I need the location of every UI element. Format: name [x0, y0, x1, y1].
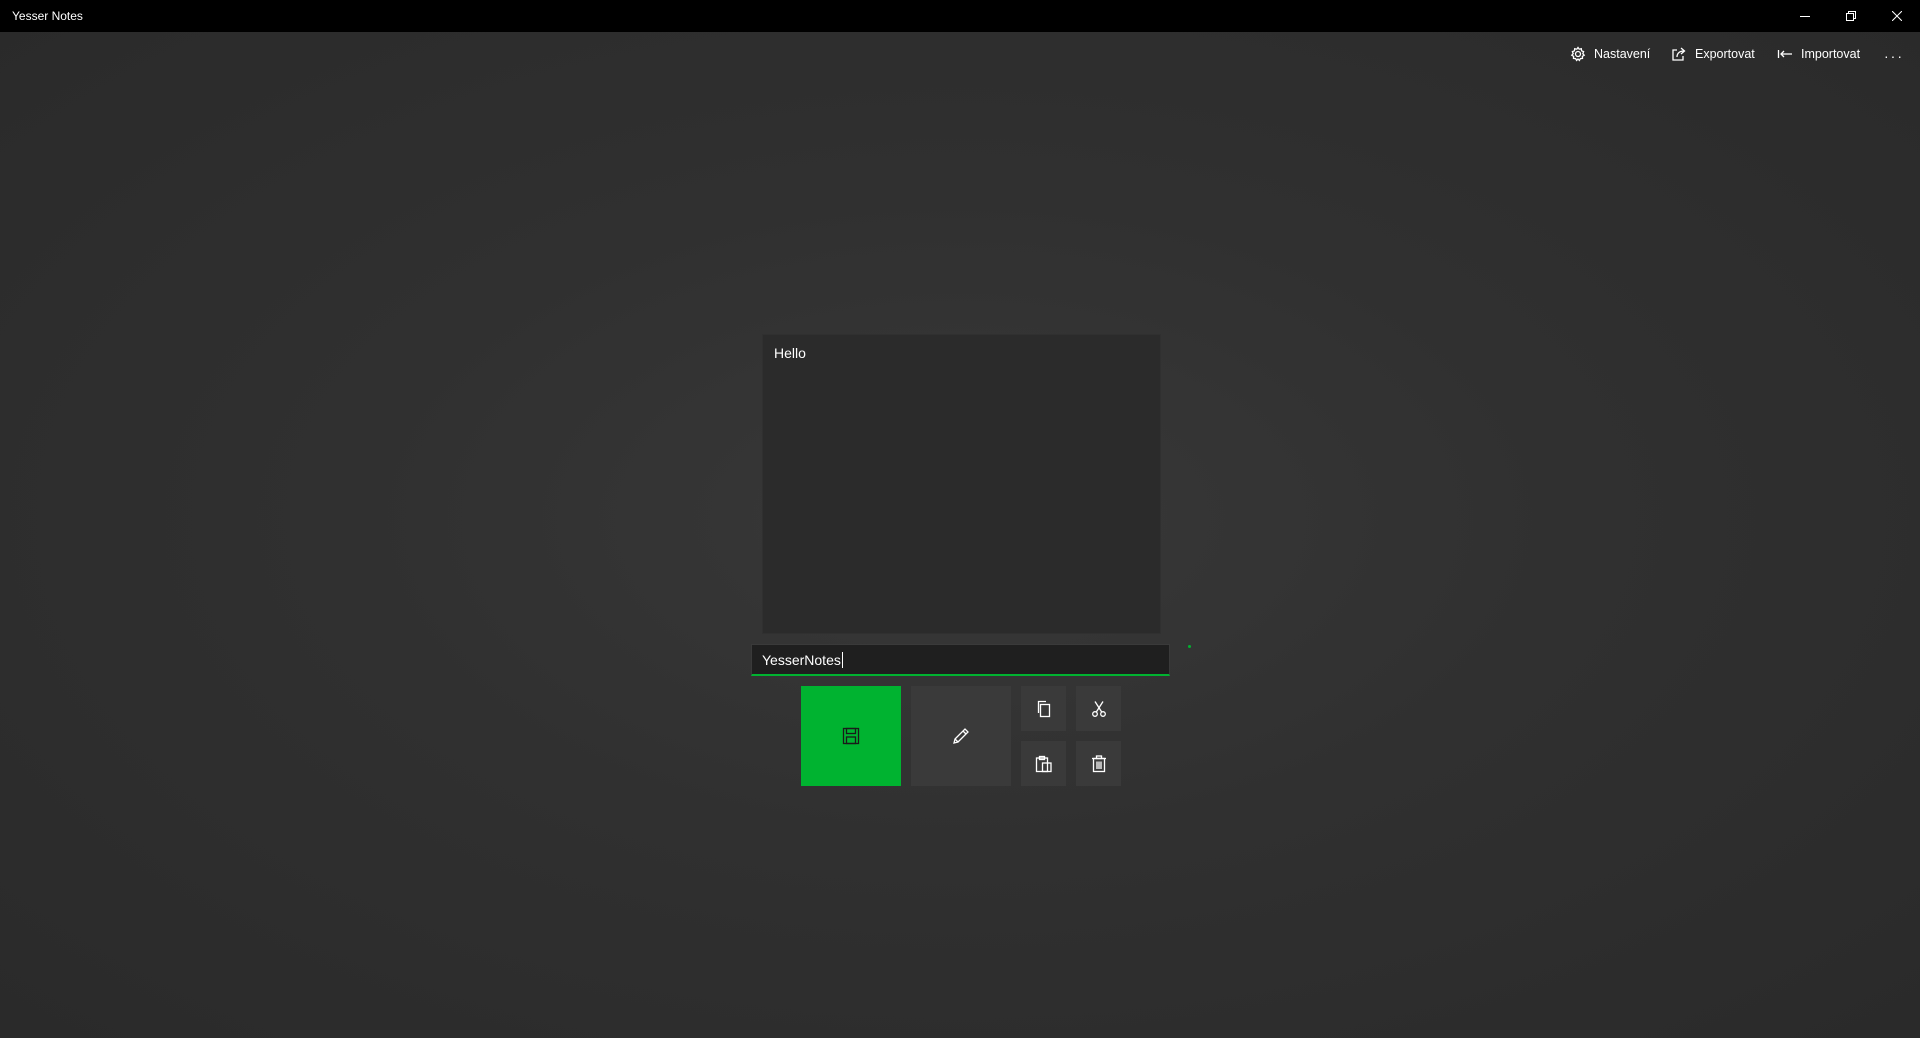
share-icon [1672, 47, 1686, 61]
title-bar: Yesser Notes [0, 0, 1920, 32]
settings-button[interactable]: Nastavení [1570, 46, 1650, 62]
minimize-button[interactable] [1782, 0, 1828, 32]
paste-button[interactable] [1021, 741, 1066, 786]
more-button[interactable]: ··· [1882, 46, 1906, 66]
import-label: Importovat [1801, 47, 1861, 61]
close-icon [1892, 11, 1902, 21]
copy-icon [1037, 700, 1050, 717]
minimize-icon [1800, 16, 1810, 17]
trash-icon [1091, 754, 1106, 772]
copy-button[interactable] [1021, 686, 1066, 731]
cut-button[interactable] [1076, 686, 1121, 731]
save-icon [842, 727, 860, 745]
pencil-icon [953, 728, 969, 744]
text-caret [841, 651, 843, 668]
gear-icon [1570, 46, 1586, 62]
status-dot [1188, 645, 1191, 648]
export-label: Exportovat [1695, 47, 1755, 61]
scissors-icon [1091, 700, 1106, 717]
import-button[interactable]: Importovat [1777, 46, 1860, 62]
restore-button[interactable] [1828, 0, 1874, 32]
paste-icon [1035, 755, 1052, 772]
note-content: Hello [774, 345, 806, 361]
note-name-value: YesserNotes [762, 651, 841, 668]
more-icon: ··· [1884, 48, 1904, 64]
edit-button[interactable] [911, 686, 1011, 786]
delete-button[interactable] [1076, 741, 1121, 786]
settings-label: Nastavení [1594, 47, 1651, 61]
note-name-input[interactable]: YesserNotes [751, 644, 1170, 676]
export-button[interactable]: Exportovat [1671, 46, 1755, 62]
close-button[interactable] [1874, 0, 1920, 32]
note-editor[interactable]: Hello [762, 334, 1161, 634]
app-title: Yesser Notes [12, 9, 83, 23]
arrow-left-icon [1777, 50, 1792, 58]
save-button[interactable] [801, 686, 901, 786]
restore-icon [1846, 11, 1856, 21]
